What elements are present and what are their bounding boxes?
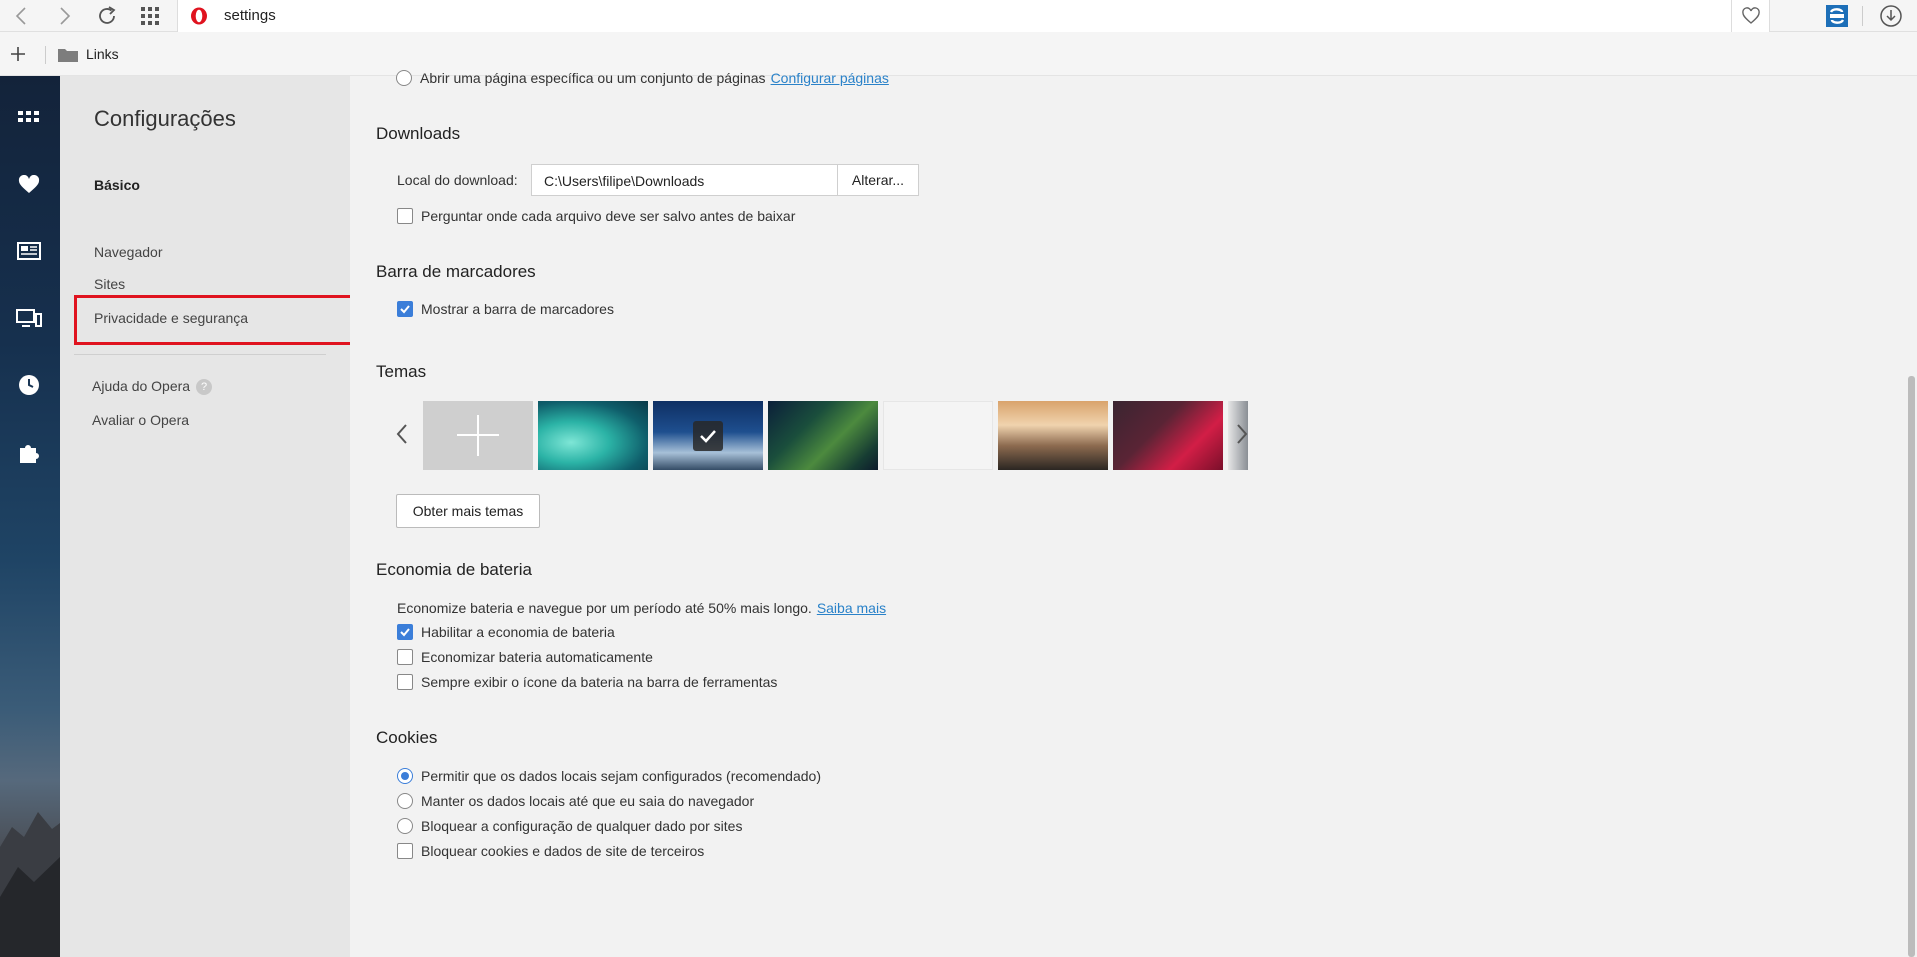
speed-dial-grid-icon[interactable]	[135, 0, 165, 32]
themes-next-chevron-icon[interactable]	[1236, 423, 1248, 450]
themes-prev-chevron-icon[interactable]	[396, 423, 408, 450]
option-label: Perguntar onde cada arquivo deve ser sal…	[421, 208, 796, 224]
theme-tile[interactable]	[883, 401, 993, 470]
nav-section-basic[interactable]: Básico	[94, 177, 140, 193]
battery-saver-title: Economia de bateria	[376, 560, 532, 579]
forward-icon[interactable]	[50, 0, 80, 32]
battery-description-text: Economize bateria e navegue por um perío…	[397, 600, 812, 616]
devices-icon[interactable]	[14, 303, 44, 333]
bookmarks-bar-title: Barra de marcadores	[376, 262, 536, 281]
bookmarks-divider	[45, 46, 46, 64]
option-label: Sempre exibir o ícone da bateria na barr…	[421, 674, 778, 690]
scrollbar-thumb[interactable]	[1908, 376, 1915, 957]
bookmarks-bar: Links	[0, 32, 1917, 76]
ask-before-download-option[interactable]: Perguntar onde cada arquivo deve ser sal…	[397, 208, 795, 224]
extensions-puzzle-icon[interactable]	[14, 438, 44, 468]
option-label: Permitir que os dados locais sejam confi…	[421, 768, 821, 784]
reload-icon[interactable]	[92, 0, 122, 32]
add-bookmark-icon[interactable]	[10, 46, 26, 67]
back-icon[interactable]	[6, 0, 36, 32]
speed-dial-icon[interactable]	[14, 104, 44, 134]
option-label: Manter os dados locais até que eu saia d…	[421, 793, 755, 809]
help-label: Ajuda do Opera	[92, 378, 191, 394]
radio-button[interactable]	[396, 70, 412, 86]
enable-battery-saver-option[interactable]: Habilitar a economia de bateria	[397, 624, 615, 640]
opera-logo-icon	[191, 7, 207, 25]
checkbox[interactable]	[397, 649, 413, 665]
nav-divider	[74, 354, 326, 355]
news-icon[interactable]	[14, 236, 44, 266]
cookies-title: Cookies	[376, 728, 438, 747]
highlight-box	[74, 295, 384, 345]
sidebar	[0, 76, 60, 957]
startup-specific-pages-option[interactable]: Abrir uma página específica ou um conjun…	[396, 70, 889, 86]
option-label: Habilitar a economia de bateria	[421, 624, 615, 640]
cookies-session-option[interactable]: Manter os dados locais até que eu saia d…	[397, 793, 754, 809]
history-clock-icon[interactable]	[14, 370, 44, 400]
learn-more-link[interactable]: Saiba mais	[817, 600, 886, 616]
download-location-label: Local do download:	[397, 172, 518, 188]
add-theme-tile[interactable]	[423, 401, 533, 470]
theme-tile-selected[interactable]	[653, 401, 763, 470]
radio-button[interactable]	[397, 793, 413, 809]
radio-button-checked[interactable]	[397, 768, 413, 784]
bookmarks-heart-icon[interactable]	[14, 170, 44, 200]
get-more-themes-button[interactable]: Obter mais temas	[396, 494, 540, 528]
themes-title: Temas	[376, 362, 427, 381]
nav-item-browser[interactable]: Navegador	[94, 244, 163, 260]
option-label: Bloquear a configuração de qualquer dado…	[421, 818, 743, 834]
url-text: settings	[224, 7, 276, 24]
bookmark-folder-links[interactable]: Links	[86, 46, 119, 62]
change-download-location-button[interactable]: Alterar...	[837, 164, 919, 196]
option-label: Economizar bateria automaticamente	[421, 649, 653, 665]
checkbox[interactable]	[397, 843, 413, 859]
nav-item-sites[interactable]: Sites	[94, 276, 125, 292]
cookies-allow-option[interactable]: Permitir que os dados locais sejam confi…	[397, 768, 821, 784]
option-label: Mostrar a barra de marcadores	[421, 301, 614, 317]
theme-tile[interactable]	[538, 401, 648, 470]
theme-tile[interactable]	[998, 401, 1108, 470]
settings-title: Configurações	[94, 106, 236, 131]
option-label: Abrir uma página específica ou um conjun…	[420, 70, 766, 86]
extension-icon[interactable]	[1820, 0, 1854, 32]
theme-tile[interactable]	[768, 401, 878, 470]
toolbar-divider	[1862, 6, 1863, 26]
nav-item-help[interactable]: Ajuda do Opera?	[92, 378, 213, 396]
download-icon[interactable]	[1876, 0, 1906, 32]
theme-tile[interactable]	[1113, 401, 1223, 470]
content-scrollbar[interactable]	[1905, 76, 1917, 957]
checkbox[interactable]	[397, 208, 413, 224]
downloads-title: Downloads	[376, 124, 461, 143]
battery-description: Economize bateria e navegue por um perío…	[397, 600, 886, 616]
browser-toolbar: settings	[0, 0, 1917, 32]
auto-battery-saver-option[interactable]: Economizar bateria automaticamente	[397, 649, 653, 665]
show-bookmarks-bar-option[interactable]: Mostrar a barra de marcadores	[397, 301, 614, 317]
check-icon	[693, 421, 723, 451]
folder-icon	[57, 47, 79, 68]
checkbox[interactable]	[397, 674, 413, 690]
address-bar[interactable]: settings	[177, 0, 1770, 32]
help-question-icon: ?	[196, 379, 213, 396]
nav-item-rate[interactable]: Avaliar o Opera	[92, 412, 189, 428]
sidebar-mountain-image	[0, 812, 60, 957]
option-label: Bloquear cookies e dados de site de terc…	[421, 843, 705, 859]
bookmark-heart-icon[interactable]	[1731, 0, 1769, 32]
checkbox-checked[interactable]	[397, 624, 413, 640]
settings-nav: Configurações Básico Navegador Sites Pri…	[60, 76, 384, 957]
radio-button[interactable]	[397, 818, 413, 834]
configure-pages-link[interactable]: Configurar páginas	[771, 70, 889, 86]
cookies-block-option[interactable]: Bloquear a configuração de qualquer dado…	[397, 818, 742, 834]
show-battery-icon-option[interactable]: Sempre exibir o ícone da bateria na barr…	[397, 674, 777, 690]
settings-content: Abrir uma página específica ou um conjun…	[350, 70, 1917, 957]
download-location-field[interactable]: C:\Users\filipe\Downloads	[531, 164, 838, 196]
block-third-party-cookies-option[interactable]: Bloquear cookies e dados de site de terc…	[397, 843, 704, 859]
checkbox-checked[interactable]	[397, 301, 413, 317]
